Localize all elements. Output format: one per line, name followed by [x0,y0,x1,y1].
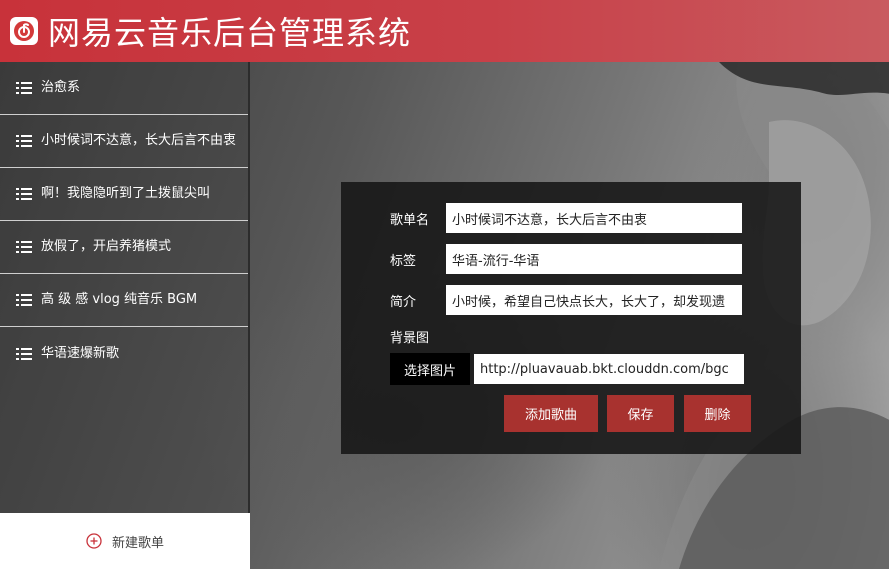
app-title: 网易云音乐后台管理系统 [48,14,412,52]
app-header: 网易云音乐后台管理系统 [0,0,889,62]
list-icon [16,347,32,360]
desc-row: 简介 小时候，希望自己快点长大，长大了，却发现遗 [390,285,742,315]
sidebar-item-label: 啊！我隐隐听到了土拨鼠尖叫 [41,186,211,201]
description-input[interactable]: 小时候，希望自己快点长大，长大了，却发现遗 [446,285,742,315]
bg-row: 背景图 [390,327,446,346]
sidebar: 治愈系 小时候词不达意，长大后言不由衷 啊！我隐隐听到了土拨鼠尖叫 放假了，开启… [0,62,250,569]
tags-row: 标签 华语-流行-华语 [390,244,742,274]
sidebar-item-playlist[interactable]: 高 级 感 vlog 纯音乐 BGM [0,274,248,327]
sidebar-item-playlist[interactable]: 华语速爆新歌 [0,327,248,380]
sidebar-item-label: 放假了，开启养猪模式 [41,239,172,254]
list-icon [16,135,32,147]
new-playlist-label: 新建歌单 [111,535,164,551]
app-root: 网易云音乐后台管理系统 治愈系 小时候词不达意，长大后言不由衷 啊！我隐隐听到了… [0,0,889,569]
list-icon [16,82,32,94]
sidebar-item-playlist[interactable]: 啊！我隐隐听到了土拨鼠尖叫 [0,168,248,221]
delete-button[interactable]: 删除 [684,395,751,432]
bg-label: 背景图 [390,331,430,346]
netease-music-logo-icon [10,17,38,45]
sidebar-item-label: 小时候词不达意，长大后言不由衷 [41,133,237,148]
playlist-editor-panel: 歌单名 小时候词不达意，长大后言不由衷 标签 华语-流行-华语 简介 小时候，希… [341,182,801,454]
tags-label: 标签 [390,253,417,269]
sidebar-item-label: 治愈系 [41,80,81,95]
name-row: 歌单名 小时候词不达意，长大后言不由衷 [390,203,742,233]
save-button[interactable]: 保存 [607,395,674,432]
sidebar-item-playlist[interactable]: 治愈系 [0,62,248,115]
sidebar-item-playlist[interactable]: 放假了，开启养猪模式 [0,221,248,274]
plus-circle-icon [86,533,102,549]
list-icon [16,188,32,200]
sidebar-item-playlist[interactable]: 小时候词不达意，长大后言不由衷 [0,115,248,168]
add-song-button[interactable]: 添加歌曲 [504,395,598,432]
name-label: 歌单名 [390,212,430,228]
new-playlist-button[interactable]: 新建歌单 [0,513,250,569]
list-icon [16,294,32,306]
playlist-name-input[interactable]: 小时候词不达意，长大后言不由衷 [446,203,742,233]
background-url-input[interactable]: http://pluavauab.bkt.clouddn.com/bgc [474,354,744,384]
sidebar-item-label: 高 级 感 vlog 纯音乐 BGM [41,292,198,307]
desc-label: 简介 [390,294,417,310]
choose-image-button[interactable]: 选择图片 [390,353,470,385]
list-icon [16,241,32,253]
tags-input[interactable]: 华语-流行-华语 [446,244,742,274]
sidebar-item-label: 华语速爆新歌 [41,345,120,361]
bg-input-row: 选择图片 http://pluavauab.bkt.clouddn.com/bg… [390,353,744,385]
